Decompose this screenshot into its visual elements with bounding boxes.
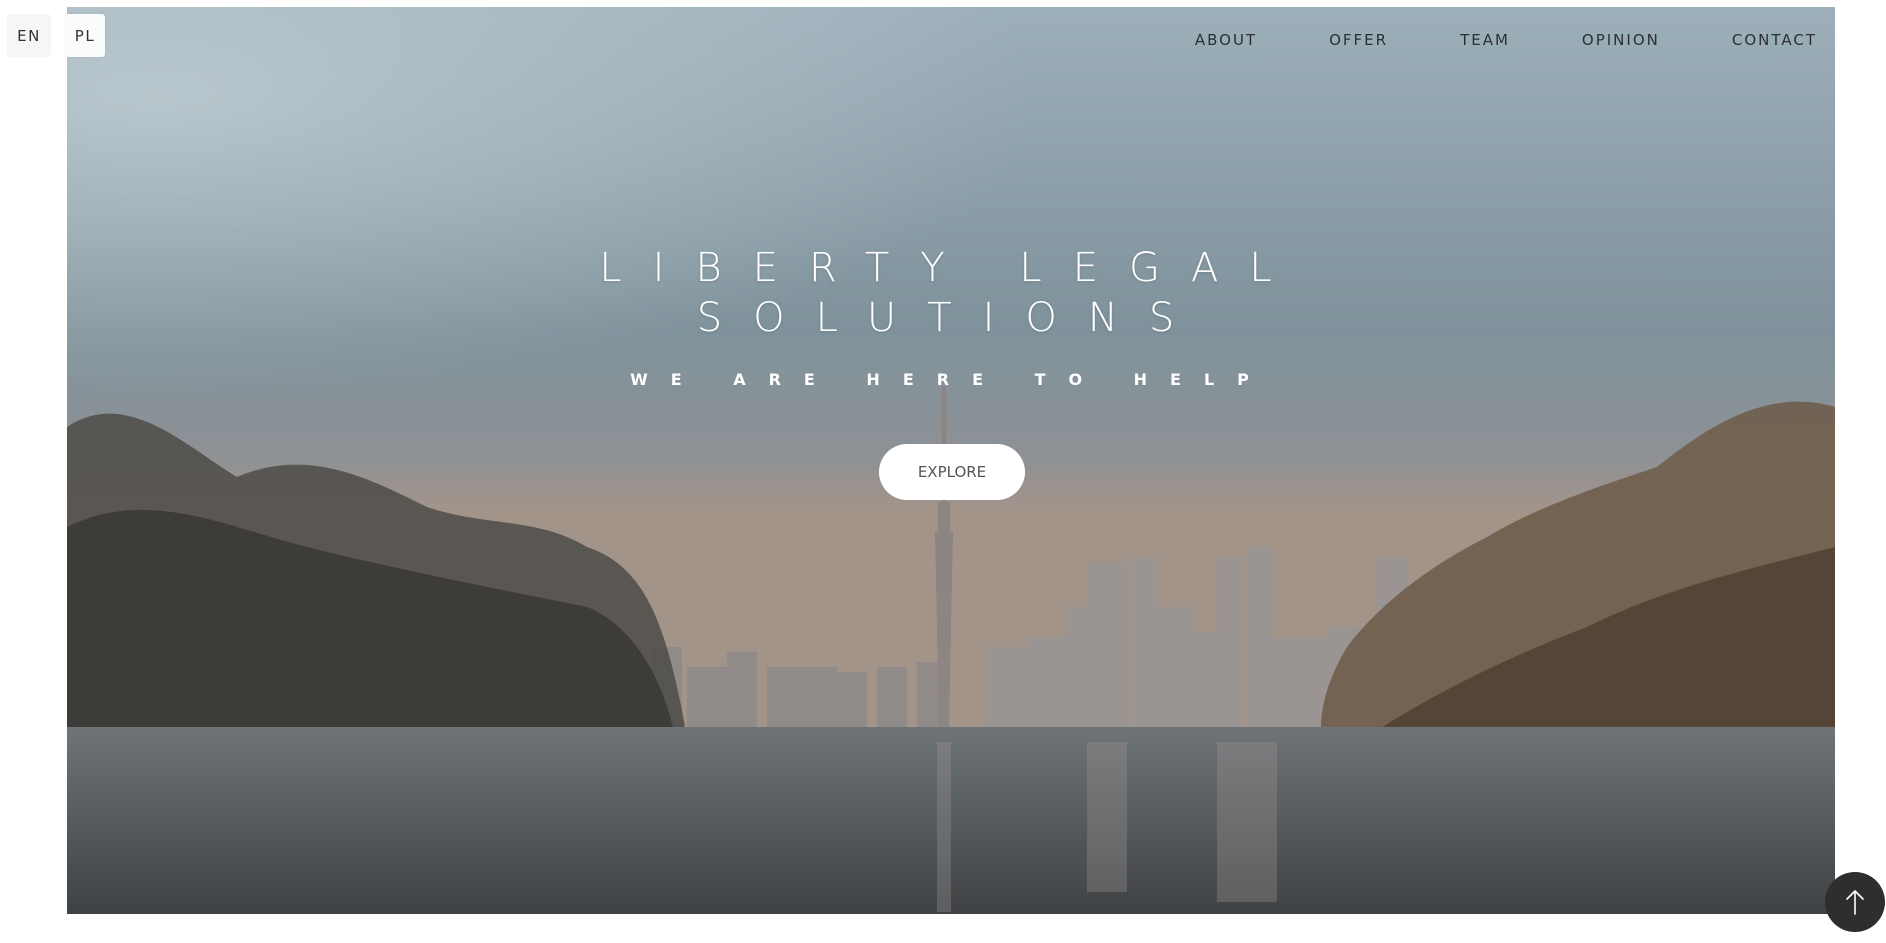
language-option-en[interactable]: EN	[7, 14, 51, 57]
nav-item-about[interactable]: ABOUT	[1195, 31, 1257, 49]
nav-item-team[interactable]: TEAM	[1460, 31, 1510, 49]
hero-section: ABOUT OFFER TEAM OPINION CONTACT LIBERTY…	[67, 7, 1835, 914]
nav-item-contact[interactable]: CONTACT	[1732, 31, 1817, 49]
scroll-to-top-button[interactable]	[1825, 872, 1885, 932]
explore-button[interactable]: EXPLORE	[879, 444, 1025, 500]
arrow-up-icon	[1846, 890, 1864, 915]
hero-title-line2: SOLUTIONS	[696, 295, 1206, 341]
page: ABOUT OFFER TEAM OPINION CONTACT LIBERTY…	[0, 0, 1886, 943]
hero-subtitle: WE ARE HERE TO HELP	[630, 370, 1272, 389]
main-nav: ABOUT OFFER TEAM OPINION CONTACT	[1195, 31, 1817, 49]
hero-title-line1: LIBERTY LEGAL	[599, 245, 1303, 291]
nav-item-offer[interactable]: OFFER	[1329, 31, 1388, 49]
language-option-pl[interactable]: PL	[65, 14, 105, 57]
hero-title: LIBERTY LEGAL SOLUTIONS	[67, 243, 1835, 343]
nav-item-opinion[interactable]: OPINION	[1582, 31, 1660, 49]
language-switch: EN PL	[7, 14, 105, 57]
